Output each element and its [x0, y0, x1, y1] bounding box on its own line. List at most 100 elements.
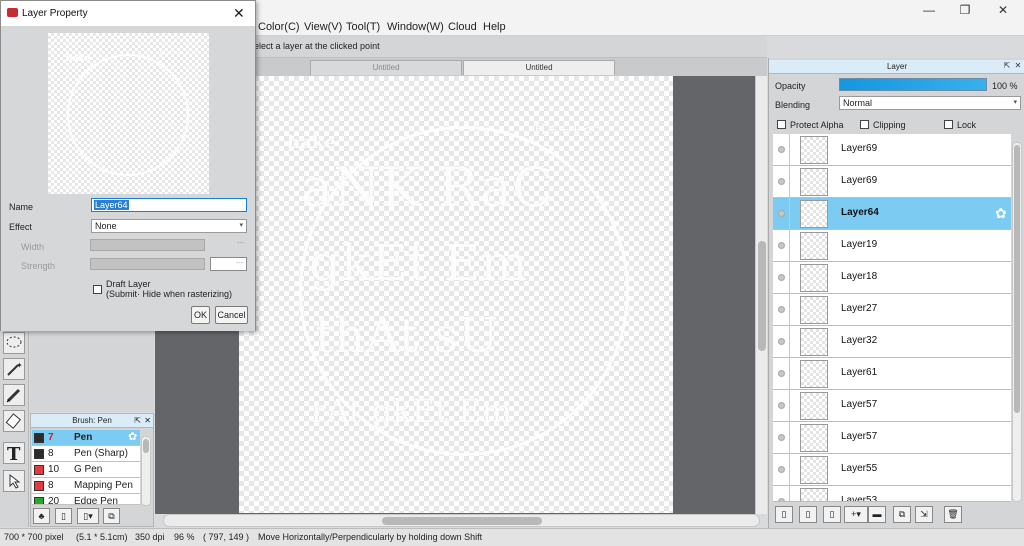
panel-close-icon[interactable]: ✕: [144, 414, 151, 428]
divider: [789, 422, 790, 454]
blending-select[interactable]: Normal ▾: [839, 96, 1021, 110]
visibility-eye-icon[interactable]: [778, 210, 785, 217]
maximize-button[interactable]: ❐: [950, 2, 980, 18]
visibility-eye-icon[interactable]: [778, 402, 785, 409]
scroll-thumb[interactable]: [758, 241, 766, 351]
width-slider[interactable]: [90, 239, 205, 251]
brush-material-button[interactable]: ♣: [33, 508, 50, 524]
merge-layer-button[interactable]: ⇲: [915, 506, 933, 523]
pen-icon: [6, 388, 21, 403]
new-brush-button[interactable]: ▯: [55, 508, 72, 524]
brush-size: 8: [48, 480, 54, 491]
layer-row[interactable]: Layer69: [773, 166, 1011, 198]
layer-row[interactable]: Layer69: [773, 134, 1011, 166]
visibility-eye-icon[interactable]: [778, 274, 785, 281]
panel-close-icon[interactable]: ✕: [1013, 61, 1023, 71]
name-input[interactable]: Layer64: [91, 198, 247, 212]
visibility-eye-icon[interactable]: [778, 146, 785, 153]
visibility-eye-icon[interactable]: [778, 466, 785, 473]
pen-tool[interactable]: [3, 384, 25, 406]
layer-row[interactable]: Layer53: [773, 486, 1011, 502]
tab-untitled-2[interactable]: Untitled: [463, 60, 615, 75]
canvas-vertical-scrollbar[interactable]: [755, 76, 767, 514]
lasso-tool[interactable]: [3, 332, 25, 354]
delete-layer-button[interactable]: 🗑: [944, 506, 962, 523]
cancel-button[interactable]: Cancel: [215, 306, 248, 324]
new-vector-layer-button[interactable]: ▯: [799, 506, 817, 523]
layer-row[interactable]: Layer32: [773, 326, 1011, 358]
visibility-eye-icon[interactable]: [778, 338, 785, 345]
layer-thumbnail: [800, 168, 828, 196]
expand-icon[interactable]: ⇱: [1002, 61, 1012, 71]
tab-untitled-1[interactable]: Untitled: [310, 60, 462, 75]
ok-button[interactable]: OK: [191, 306, 210, 324]
layer-scrollbar[interactable]: [1012, 142, 1022, 502]
copy-brush-button[interactable]: ⧉: [103, 508, 120, 524]
layer-row[interactable]: Layer19: [773, 230, 1011, 262]
opacity-slider[interactable]: [839, 78, 987, 91]
new-layer-from-button[interactable]: ▯: [823, 506, 841, 523]
close-window-button[interactable]: ✕: [988, 2, 1018, 18]
canvas[interactable]: hake H+++<> aNK RaC gkEt Em thAt sU rAt …: [239, 76, 673, 513]
select-tool[interactable]: [3, 470, 25, 492]
menu-help[interactable]: Help: [483, 21, 506, 33]
dialog-body: hake H+++ Name Layer64 Effect None ▾ Wid…: [1, 26, 255, 331]
new-folder-button[interactable]: ▬: [868, 506, 886, 523]
menu-view[interactable]: View(V): [304, 21, 342, 33]
dialog-close-icon[interactable]: ✕: [233, 5, 245, 22]
layer-thumbnail: [800, 264, 828, 292]
minimize-button[interactable]: —: [914, 2, 944, 18]
new-raster-layer-button[interactable]: ▯: [775, 506, 793, 523]
layer-row[interactable]: Layer64 ✿: [773, 198, 1011, 230]
add-layer-menu-button[interactable]: +▾: [844, 506, 868, 523]
expand-icon[interactable]: ⇱: [134, 414, 141, 428]
brush-size: 10: [48, 464, 60, 475]
draft-layer-checkbox[interactable]: [93, 285, 102, 294]
effect-select[interactable]: None ▾: [91, 219, 247, 233]
scroll-thumb[interactable]: [1014, 145, 1020, 413]
protect-alpha-checkbox[interactable]: [777, 120, 786, 129]
text-tool[interactable]: T: [3, 442, 25, 464]
canvas-horizontal-scrollbar[interactable]: [163, 514, 760, 527]
visibility-eye-icon[interactable]: [778, 370, 785, 377]
copy-layer-button[interactable]: ⧉: [893, 506, 911, 523]
brush-item-edge-pen[interactable]: 20 Edge Pen: [32, 494, 140, 505]
brush-item-mapping-pen[interactable]: 8 Mapping Pen: [32, 478, 140, 494]
layer-row[interactable]: Layer27: [773, 294, 1011, 326]
layer-row[interactable]: Layer55: [773, 454, 1011, 486]
menu-cloud[interactable]: Cloud: [448, 21, 477, 33]
scroll-thumb[interactable]: [382, 517, 542, 525]
clipping-checkbox[interactable]: [860, 120, 869, 129]
brush-options-button[interactable]: ▯▾: [77, 508, 99, 524]
divider: [789, 390, 790, 422]
layer-row[interactable]: Layer18: [773, 262, 1011, 294]
trash-icon: 🗑: [947, 509, 959, 519]
brush-item-pen[interactable]: 7 Pen ✿: [32, 430, 140, 446]
brush-item-pen-sharp[interactable]: 8 Pen (Sharp): [32, 446, 140, 462]
strength-input[interactable]: ---: [210, 257, 247, 271]
menu-color[interactable]: Color(C): [258, 21, 300, 33]
visibility-eye-icon[interactable]: [778, 498, 785, 501]
visibility-eye-icon[interactable]: [778, 434, 785, 441]
lock-checkbox[interactable]: [944, 120, 953, 129]
brush-item-g-pen[interactable]: 10 G Pen: [32, 462, 140, 478]
page-icon: ▯: [805, 509, 811, 519]
menu-tool[interactable]: Tool(T): [346, 21, 380, 33]
gear-icon[interactable]: ✿: [995, 205, 1007, 222]
canvas-dpi: 350 dpi: [135, 532, 165, 542]
visibility-eye-icon[interactable]: [778, 242, 785, 249]
magic-wand-tool[interactable]: ✦: [3, 358, 25, 380]
layer-row[interactable]: Layer57: [773, 390, 1011, 422]
strength-label: Strength: [21, 261, 56, 271]
menu-window[interactable]: Window(W): [387, 21, 444, 33]
visibility-eye-icon[interactable]: [778, 306, 785, 313]
strength-slider[interactable]: [90, 258, 205, 270]
gear-icon[interactable]: ✿: [128, 430, 137, 445]
dialog-titlebar[interactable]: Layer Property ✕: [1, 1, 255, 26]
scroll-thumb[interactable]: [143, 439, 149, 453]
layer-row[interactable]: Layer61: [773, 358, 1011, 390]
brush-scrollbar[interactable]: [141, 436, 151, 506]
visibility-eye-icon[interactable]: [778, 178, 785, 185]
eraser-tool[interactable]: [3, 410, 25, 432]
layer-row[interactable]: Layer57: [773, 422, 1011, 454]
